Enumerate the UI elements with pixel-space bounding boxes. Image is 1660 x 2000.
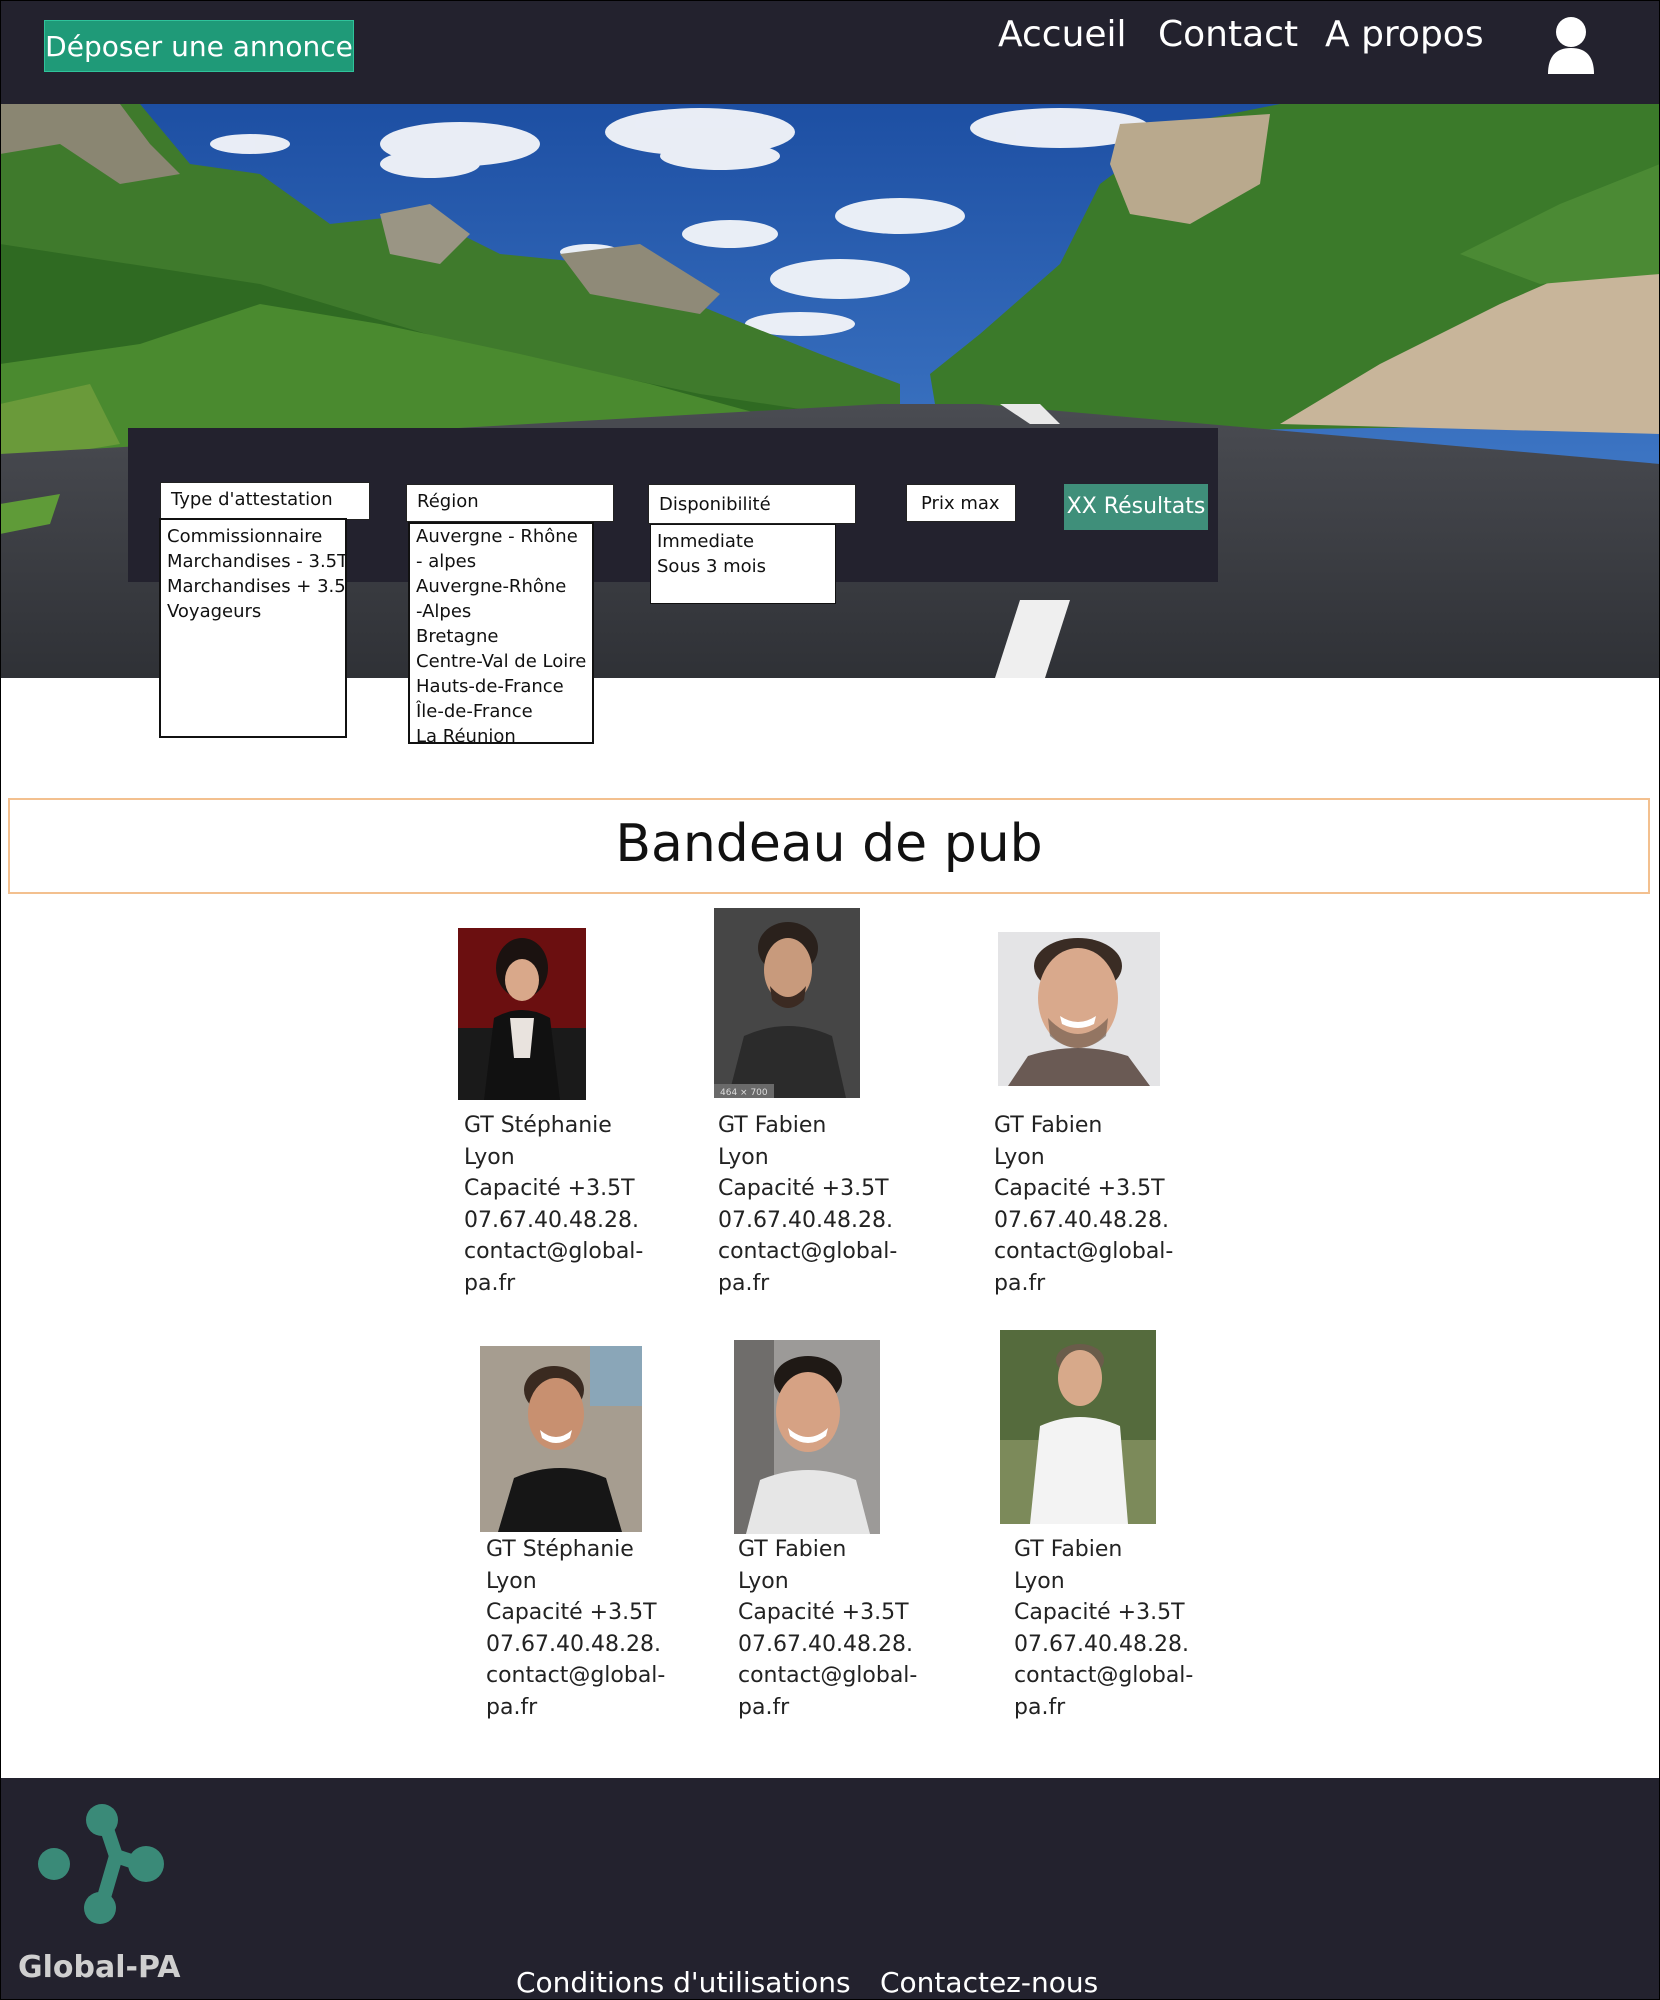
profile-photo[interactable]	[458, 928, 586, 1100]
terms-link[interactable]: Conditions d'utilisations	[516, 1966, 851, 1999]
profile-phone[interactable]: 07.67.40.48.28.	[738, 1629, 917, 1661]
profile-email-domain[interactable]: pa.fr	[738, 1692, 917, 1724]
photo-caption: 464 × 700	[720, 1088, 768, 1098]
profile-info: GT Stéphanie Lyon Capacité +3.5T 07.67.4…	[464, 1110, 643, 1299]
global-pa-logo-icon[interactable]	[30, 1800, 180, 1930]
region-select[interactable]: Région	[406, 484, 614, 522]
post-ad-button[interactable]: Déposer une annonce	[44, 20, 354, 72]
results-button[interactable]: XX Résultats	[1064, 484, 1208, 530]
profile-email[interactable]: contact@global-	[994, 1236, 1173, 1268]
profile-name[interactable]: GT Stéphanie	[464, 1110, 643, 1142]
profile-photo-image	[1000, 1330, 1156, 1524]
profile-city: Lyon	[738, 1568, 789, 1594]
profile-city: Lyon	[994, 1144, 1045, 1170]
profile-photo-image	[734, 1340, 880, 1534]
profile-info: GT Fabien Lyon Capacité +3.5T 07.67.40.4…	[718, 1110, 897, 1299]
profile-capacity: Capacité +3.5T	[1014, 1600, 1185, 1625]
profile-photo-image	[480, 1346, 642, 1532]
profile-email[interactable]: contact@global-	[738, 1660, 917, 1692]
profile-name[interactable]: GT Fabien	[1014, 1534, 1193, 1566]
option-region[interactable]: La Réunion	[416, 724, 586, 742]
option-region[interactable]: Auvergne - Rhône	[416, 524, 586, 549]
option-region[interactable]: Auvergne-Rhône	[416, 574, 586, 599]
profile-name[interactable]: GT Fabien	[994, 1110, 1173, 1142]
option-region[interactable]: - alpes	[416, 549, 586, 574]
profile-capacity: Capacité +3.5T	[738, 1600, 909, 1625]
profile-info: GT Fabien Lyon Capacité +3.5T 07.67.40.4…	[738, 1534, 917, 1723]
profile-email-domain[interactable]: pa.fr	[1014, 1692, 1193, 1724]
profile-capacity: Capacité +3.5T	[994, 1176, 1165, 1201]
profile-capacity: Capacité +3.5T	[718, 1176, 889, 1201]
option-marchandises-plus[interactable]: Marchandises + 3.5T	[167, 574, 345, 599]
profile-phone[interactable]: 07.67.40.48.28.	[1014, 1629, 1193, 1661]
profile-name[interactable]: GT Fabien	[718, 1110, 897, 1142]
profile-email-domain[interactable]: pa.fr	[994, 1268, 1173, 1300]
profile-email[interactable]: contact@global-	[1014, 1660, 1193, 1692]
profile-photo[interactable]	[1000, 1330, 1156, 1524]
nav-link-about[interactable]: A propos	[1325, 14, 1484, 55]
profile-email-domain[interactable]: pa.fr	[486, 1692, 665, 1724]
availability-dropdown-list: Immediate Sous 3 mois	[650, 524, 836, 604]
option-commissionnaire[interactable]: Commissionnaire	[167, 524, 339, 549]
profile-phone[interactable]: 07.67.40.48.28.	[718, 1205, 897, 1237]
profile-phone[interactable]: 07.67.40.48.28.	[464, 1205, 643, 1237]
profile-city: Lyon	[718, 1144, 769, 1170]
user-icon[interactable]	[1546, 14, 1596, 78]
profile-name[interactable]: GT Fabien	[738, 1534, 917, 1566]
option-region[interactable]: -Alpes	[416, 599, 586, 624]
profile-city: Lyon	[1014, 1568, 1065, 1594]
availability-select[interactable]: Disponibilité	[648, 484, 856, 524]
max-price-input[interactable]: Prix max	[906, 484, 1016, 522]
nav-link-home[interactable]: Accueil	[998, 14, 1127, 55]
profile-capacity: Capacité +3.5T	[464, 1176, 635, 1201]
profile-phone[interactable]: 07.67.40.48.28.	[994, 1205, 1173, 1237]
profile-email-domain[interactable]: pa.fr	[718, 1268, 897, 1300]
profile-photo[interactable]: 464 × 700	[714, 908, 860, 1098]
profile-photo[interactable]	[480, 1346, 642, 1532]
profile-city: Lyon	[464, 1144, 515, 1170]
profile-email[interactable]: contact@global-	[718, 1236, 897, 1268]
profile-photo-image	[458, 928, 586, 1100]
profile-phone[interactable]: 07.67.40.48.28.	[486, 1629, 665, 1661]
top-header: Déposer une annonce Accueil Contact A pr…	[0, 0, 1660, 104]
profile-city: Lyon	[486, 1568, 537, 1594]
option-marchandises-minus[interactable]: Marchandises - 3.5T	[167, 549, 345, 574]
option-voyageurs[interactable]: Voyageurs	[167, 599, 339, 624]
option-immediate[interactable]: Immediate	[657, 529, 829, 554]
option-region[interactable]: Hauts-de-France	[416, 674, 586, 699]
nav-link-contact[interactable]: Contact	[1158, 14, 1298, 55]
profile-photo[interactable]	[734, 1340, 880, 1534]
attestation-type-select[interactable]: Type d'attestation	[160, 482, 370, 520]
profile-name[interactable]: GT Stéphanie	[486, 1534, 665, 1566]
profile-email[interactable]: contact@global-	[486, 1660, 665, 1692]
option-region[interactable]: Bretagne	[416, 624, 586, 649]
profile-email[interactable]: contact@global-	[464, 1236, 643, 1268]
profile-photo[interactable]	[998, 932, 1160, 1086]
footer-brand: Global-PA	[18, 1950, 181, 1985]
profile-capacity: Capacité +3.5T	[486, 1600, 657, 1625]
contact-us-link[interactable]: Contactez-nous	[880, 1966, 1098, 1999]
profile-info: GT Fabien Lyon Capacité +3.5T 07.67.40.4…	[994, 1110, 1173, 1299]
profile-info: GT Fabien Lyon Capacité +3.5T 07.67.40.4…	[1014, 1534, 1193, 1723]
region-dropdown-list: Auvergne - Rhône - alpes Auvergne-Rhône …	[408, 522, 594, 744]
option-region[interactable]: Centre-Val de Loire	[416, 649, 586, 674]
option-three-months[interactable]: Sous 3 mois	[657, 554, 829, 579]
profile-photo-image	[998, 932, 1160, 1086]
attestation-dropdown-list: Commissionnaire Marchandises - 3.5T Marc…	[159, 518, 347, 738]
option-region[interactable]: Île-de-France	[416, 699, 586, 724]
profile-info: GT Stéphanie Lyon Capacité +3.5T 07.67.4…	[486, 1534, 665, 1723]
ad-banner[interactable]: Bandeau de pub	[8, 798, 1650, 894]
profile-email-domain[interactable]: pa.fr	[464, 1268, 643, 1300]
profile-photo-image: 464 × 700	[714, 908, 860, 1098]
